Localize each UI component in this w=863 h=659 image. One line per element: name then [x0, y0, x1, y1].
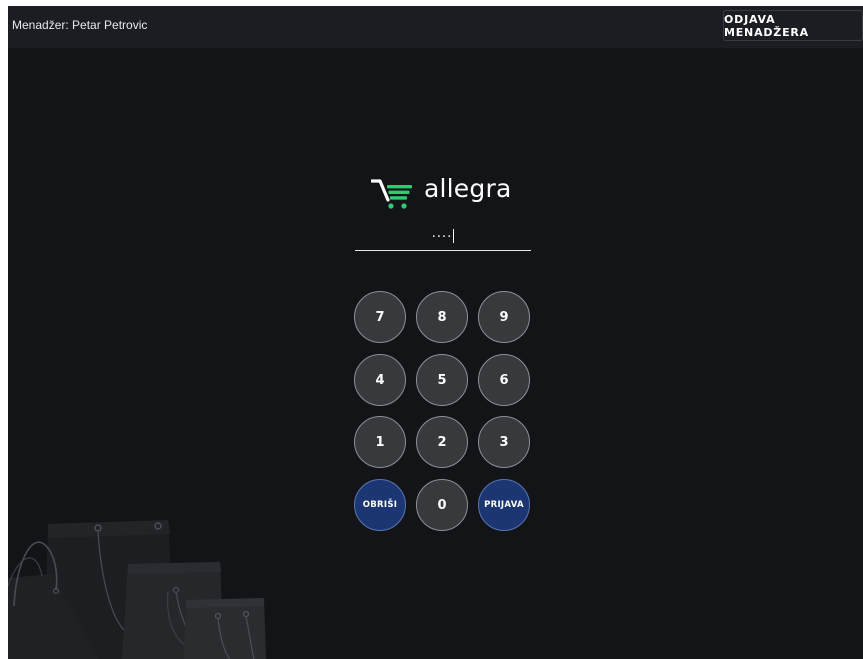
logo-text: allegra	[424, 174, 512, 203]
logout-manager-button[interactable]: ODJAVA MENADŽERA	[723, 10, 863, 41]
key-9[interactable]: 9	[478, 291, 530, 343]
login-button[interactable]: PRIJAVA	[478, 479, 530, 531]
key-7[interactable]: 7	[354, 291, 406, 343]
pin-input[interactable]: ····	[355, 228, 531, 251]
shopping-bags-illustration	[8, 520, 266, 659]
text-caret	[453, 229, 455, 243]
key-6[interactable]: 6	[478, 354, 530, 406]
key-5[interactable]: 5	[416, 354, 468, 406]
shopping-cart-icon	[371, 179, 412, 209]
key-2[interactable]: 2	[416, 416, 468, 468]
allegra-logo: allegra	[371, 172, 531, 216]
pin-value: ····	[431, 230, 453, 245]
delete-button[interactable]: OBRIŠI	[354, 479, 406, 531]
key-1[interactable]: 1	[354, 416, 406, 468]
key-0[interactable]: 0	[416, 479, 468, 531]
key-4[interactable]: 4	[354, 354, 406, 406]
key-8[interactable]: 8	[416, 291, 468, 343]
top-bar: Menadžer: Petar Petrovic ODJAVA MENADŽER…	[8, 6, 863, 48]
manager-label: Menadžer: Petar Petrovic	[12, 18, 148, 32]
key-3[interactable]: 3	[478, 416, 530, 468]
login-screen: Menadžer: Petar Petrovic ODJAVA MENADŽER…	[8, 6, 863, 659]
